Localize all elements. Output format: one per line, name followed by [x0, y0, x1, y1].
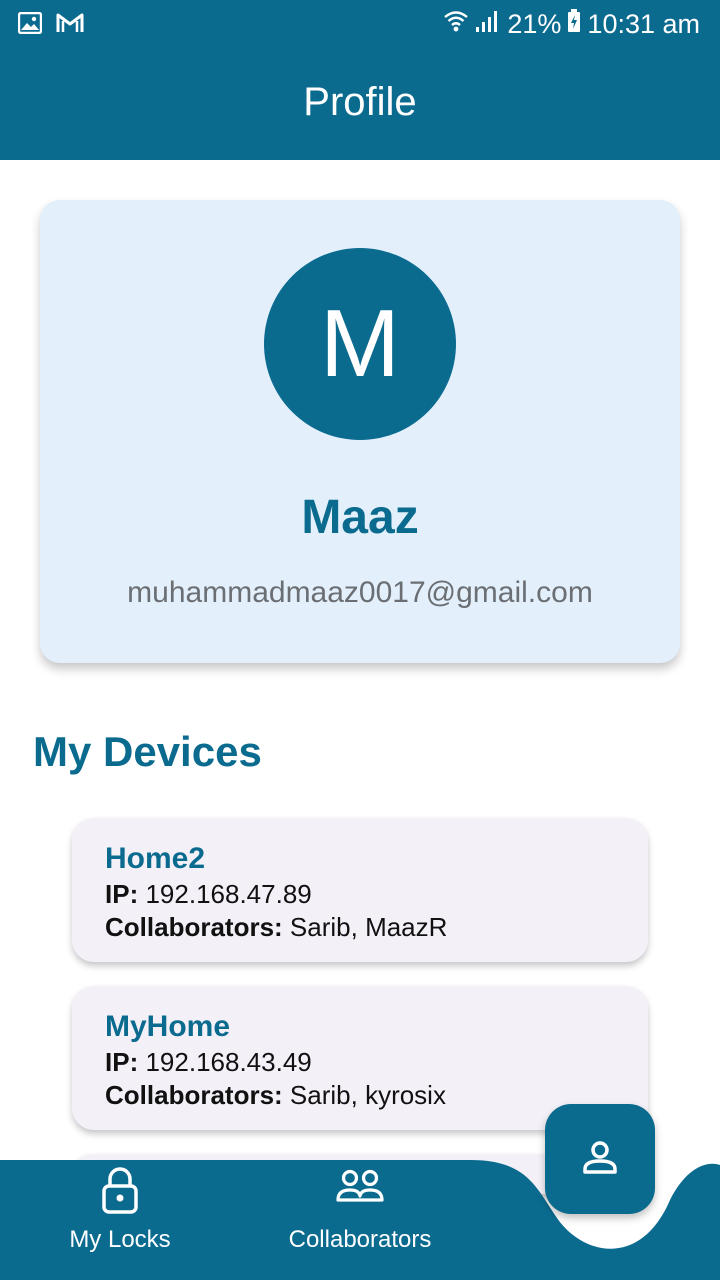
device-ip-label: IP: — [105, 1047, 139, 1077]
device-collaborators: Sarib, MaazR — [289, 912, 448, 942]
app-bar: 21% 10:31 am Profile — [0, 0, 720, 160]
device-collaborators-label: Collaborators: — [105, 1080, 283, 1110]
battery-percent: 21% — [507, 9, 562, 39]
profile-card: M Maaz muhammadmaaz0017@gmail.com — [40, 200, 680, 663]
status-bar: 21% 10:31 am — [0, 0, 720, 52]
wifi-icon — [443, 8, 469, 41]
gmail-icon — [56, 12, 84, 39]
avatar: M — [264, 248, 456, 440]
battery-charging-icon — [567, 9, 581, 40]
device-name: MyHome — [105, 1010, 231, 1043]
device-ip: 192.168.47.89 — [145, 879, 312, 909]
lock-icon — [100, 1166, 140, 1219]
device-ip-label: IP: — [105, 879, 139, 909]
device-card[interactable]: Home2 IP: 192.168.47.89 Collaborators: S… — [72, 818, 648, 962]
nav-my-locks-label: My Locks — [69, 1226, 171, 1253]
clock: 10:31 am — [587, 9, 700, 39]
device-ip-row: IP: 192.168.43.49 — [105, 1046, 648, 1079]
profile-fab[interactable] — [545, 1104, 655, 1214]
device-collaborators-label: Collaborators: — [105, 912, 283, 942]
nav-my-locks[interactable]: My Locks — [40, 1160, 200, 1280]
people-icon — [335, 1166, 385, 1211]
image-icon — [17, 11, 43, 39]
device-ip: 192.168.43.49 — [145, 1047, 312, 1077]
device-name: Home2 — [105, 842, 206, 875]
signal-icon — [475, 9, 501, 40]
profile-name: Maaz — [301, 491, 419, 544]
device-collaborators-row: Collaborators: Sarib, MaazR — [105, 911, 648, 944]
person-icon — [580, 1137, 620, 1182]
devices-section-title: My Devices — [33, 728, 262, 775]
page-title: Profile — [303, 80, 417, 124]
device-collaborators: Sarib, kyrosix — [289, 1080, 446, 1110]
profile-email: muhammadmaaz0017@gmail.com — [127, 576, 593, 609]
nav-collaborators[interactable]: Collaborators — [270, 1160, 450, 1280]
nav-collaborators-label: Collaborators — [288, 1226, 432, 1253]
device-ip-row: IP: 192.168.47.89 — [105, 878, 648, 911]
